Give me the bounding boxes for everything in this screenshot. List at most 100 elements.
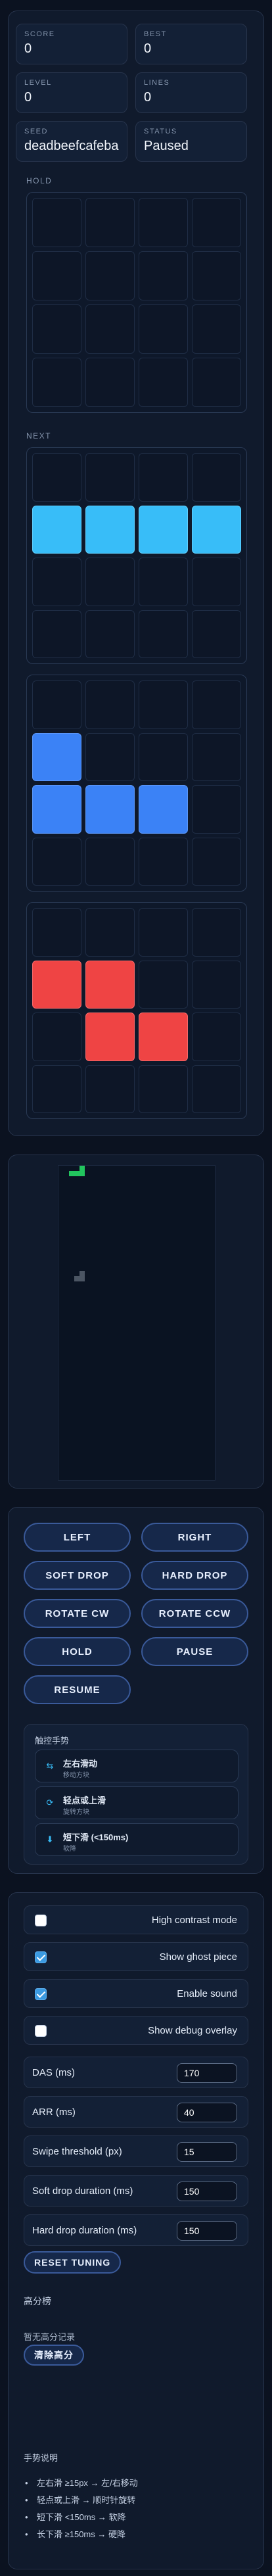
empty-cell xyxy=(32,358,81,407)
empty-cell xyxy=(85,732,135,781)
piece-block xyxy=(32,732,81,781)
empty-cell xyxy=(32,837,81,886)
seed-value: deadbeefcafebabe xyxy=(24,139,119,153)
empty-cell xyxy=(139,732,188,781)
option-debug-overlay[interactable]: Show debug overlay xyxy=(24,2016,248,2045)
empty-cell xyxy=(192,837,241,886)
ghost-piece-block xyxy=(74,1276,79,1281)
reset-tuning-button[interactable]: RESET TUNING xyxy=(24,2251,122,2274)
piece-block xyxy=(139,785,188,834)
empty-cell xyxy=(139,304,188,354)
empty-cell xyxy=(32,198,81,247)
enable-sound-checkbox[interactable] xyxy=(35,1988,47,2000)
piece-block xyxy=(85,960,135,1009)
piece-block xyxy=(139,1013,188,1061)
piece-block xyxy=(85,505,135,554)
gesture-desc-text: 移动方块 xyxy=(63,1772,89,1779)
rotate-icon: ⟳ xyxy=(46,1798,54,1807)
clear-scores-button[interactable]: 清除高分 xyxy=(24,2345,84,2366)
empty-cell xyxy=(192,558,241,606)
empty-cell xyxy=(192,609,241,658)
option-label: Show debug overlay xyxy=(148,2025,237,2036)
empty-cell xyxy=(85,837,135,886)
option-enable-sound[interactable]: Enable sound xyxy=(24,1979,248,2008)
lines-label: LINES xyxy=(144,79,170,87)
playfield[interactable] xyxy=(58,1165,215,1481)
status-value: Paused xyxy=(144,139,189,153)
arr-label: ARR (ms) xyxy=(32,2107,76,2118)
soft-drop-button[interactable]: SOFT DROP xyxy=(24,1561,131,1590)
score-card: SCORE 0 xyxy=(16,24,127,64)
stats-grid: SCORE 0 BEST 0 LEVEL 0 LINES 0 SEED dead… xyxy=(16,24,256,162)
tuning-hard-drop-duration: Hard drop duration (ms) xyxy=(24,2214,248,2246)
piece-block xyxy=(32,785,81,834)
rotate-ccw-button[interactable]: ROTATE CCW xyxy=(141,1599,248,1628)
ghost-piece-block xyxy=(79,1276,85,1281)
swipe-threshold-input[interactable] xyxy=(177,2142,237,2162)
gesture-title-text: 短下滑 (<150ms) xyxy=(63,1832,129,1842)
option-high-contrast[interactable]: High contrast mode xyxy=(24,1905,248,1934)
status-label: STATUS xyxy=(144,128,177,135)
hold-label: HOLD xyxy=(26,176,53,185)
empty-cell xyxy=(192,1013,241,1061)
help-item: 长下滑 ≥150ms → 硬降 xyxy=(24,2526,138,2543)
resume-button[interactable]: RESUME xyxy=(24,1675,131,1704)
empty-cell xyxy=(192,358,241,407)
piece-block xyxy=(192,505,241,554)
best-value: 0 xyxy=(144,41,152,56)
empty-cell xyxy=(192,251,241,300)
empty-cell xyxy=(85,680,135,729)
active-piece-block xyxy=(69,1171,74,1176)
tuning-swipe-threshold: Swipe threshold (px) xyxy=(24,2135,248,2167)
debug-overlay-checkbox[interactable] xyxy=(35,2025,47,2037)
empty-cell xyxy=(32,304,81,354)
swipe-horizontal-icon: ⇆ xyxy=(46,1761,54,1771)
right-button[interactable]: RIGHT xyxy=(141,1523,248,1552)
pause-button[interactable]: PAUSE xyxy=(141,1637,248,1666)
tuning-soft-drop-duration: Soft drop duration (ms) xyxy=(24,2175,248,2206)
option-label: High contrast mode xyxy=(151,1915,237,1926)
empty-cell xyxy=(32,558,81,606)
empty-cell xyxy=(85,251,135,300)
empty-cell xyxy=(139,558,188,606)
hard-drop-button[interactable]: HARD DROP xyxy=(141,1561,248,1590)
help-item: 轻点或上滑 → 顺时针旋转 xyxy=(24,2492,138,2509)
hold-board xyxy=(26,192,247,413)
option-ghost-piece[interactable]: Show ghost piece xyxy=(24,1942,248,1971)
arr-input[interactable] xyxy=(177,2103,237,2122)
empty-cell xyxy=(85,1064,135,1113)
empty-cell xyxy=(192,453,241,502)
piece-block xyxy=(32,960,81,1009)
empty-cell xyxy=(139,609,188,658)
empty-cell xyxy=(192,732,241,781)
soft-drop-duration-input[interactable] xyxy=(177,2182,237,2201)
active-piece-block xyxy=(79,1166,85,1171)
empty-cell xyxy=(85,453,135,502)
level-label: LEVEL xyxy=(24,79,52,87)
piece-block xyxy=(85,785,135,834)
empty-cell xyxy=(192,304,241,354)
hard-drop-duration-label: Hard drop duration (ms) xyxy=(32,2225,137,2236)
hold-button[interactable]: HOLD xyxy=(24,1637,131,1666)
empty-cell xyxy=(192,960,241,1009)
empty-cell xyxy=(85,198,135,247)
high-contrast-checkbox[interactable] xyxy=(35,1915,47,1926)
empty-cell xyxy=(192,680,241,729)
score-value: 0 xyxy=(24,41,32,56)
empty-cell xyxy=(139,680,188,729)
rotate-cw-button[interactable]: ROTATE CW xyxy=(24,1599,131,1628)
empty-cell xyxy=(192,785,241,834)
gesture-item-swipe: ⇆ 左右滑动 移动方块 xyxy=(35,1750,238,1782)
empty-cell xyxy=(139,198,188,247)
leaderboard-title: 高分榜 xyxy=(24,2296,51,2306)
empty-cell xyxy=(85,304,135,354)
best-card: BEST 0 xyxy=(135,24,247,64)
seed-label: SEED xyxy=(24,128,48,135)
das-input[interactable] xyxy=(177,2063,237,2083)
hard-drop-duration-input[interactable] xyxy=(177,2221,237,2241)
left-button[interactable]: LEFT xyxy=(24,1523,131,1552)
gesture-guide: 触控手势 ⇆ 左右滑动 移动方块 ⟳ 轻点或上滑 旋转方块 ⬇ 短下滑 (<15… xyxy=(24,1724,248,1865)
next-label: NEXT xyxy=(26,431,52,441)
empty-cell xyxy=(85,358,135,407)
ghost-piece-checkbox[interactable] xyxy=(35,1951,47,1963)
